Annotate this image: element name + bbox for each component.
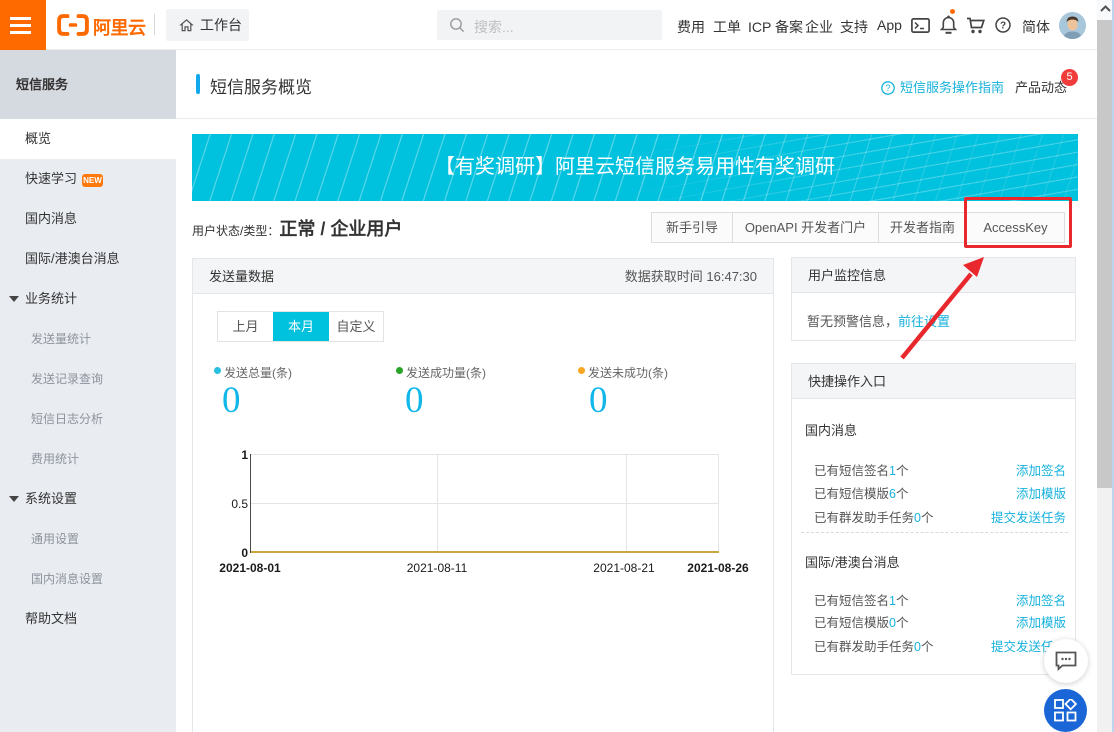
svg-text:?: ? xyxy=(885,83,890,93)
svg-text:?: ? xyxy=(1000,21,1006,32)
